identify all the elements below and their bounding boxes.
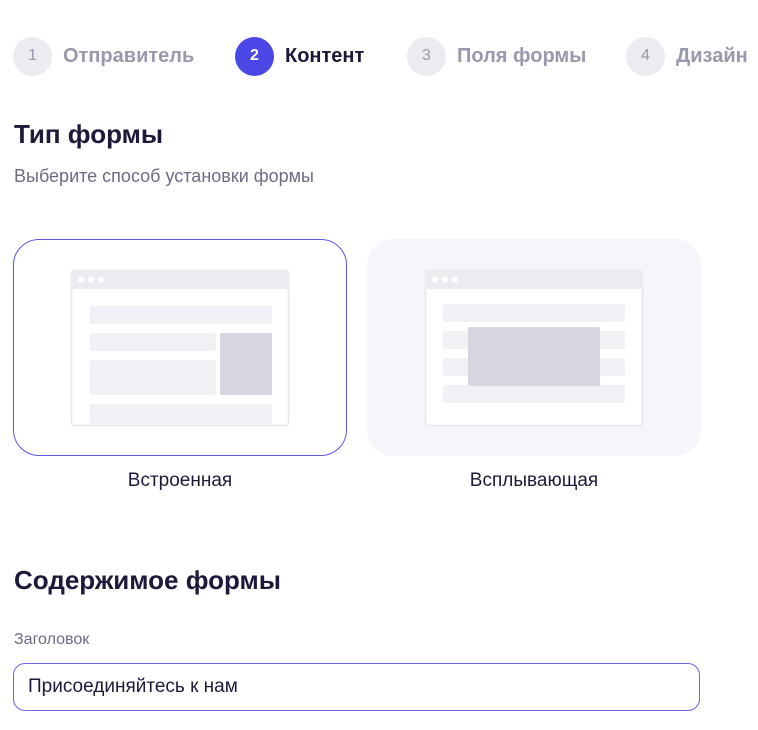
form-type-subtitle: Выберите способ установки формы	[14, 166, 314, 186]
step-number: 2	[235, 36, 274, 76]
step-sender[interactable]: 1 Отправитель	[13, 36, 194, 76]
step-label: Поля формы	[457, 44, 587, 67]
heading-input[interactable]	[13, 663, 700, 711]
step-label: Дизайн	[676, 44, 748, 67]
step-number: 4	[626, 36, 665, 76]
form-type-option-embedded[interactable]	[13, 239, 347, 456]
step-design[interactable]: 4 Дизайн	[626, 36, 748, 76]
form-type-option-popup[interactable]	[367, 239, 701, 456]
step-number: 3	[407, 36, 446, 76]
heading-field-label: Заголовок	[14, 631, 90, 648]
step-number: 1	[13, 36, 52, 76]
step-label: Отправитель	[63, 44, 195, 67]
step-label: Контент	[285, 44, 365, 67]
popup-form-icon	[424, 269, 644, 427]
step-form-fields[interactable]: 3 Поля формы	[407, 36, 586, 76]
form-content-title: Содержимое формы	[14, 565, 281, 595]
step-content[interactable]: 2 Контент	[235, 36, 364, 76]
form-type-option-label: Всплывающая	[469, 470, 599, 491]
form-type-title: Тип формы	[14, 119, 164, 149]
form-type-option-label: Встроенная	[127, 470, 233, 491]
embedded-form-icon	[70, 269, 290, 427]
